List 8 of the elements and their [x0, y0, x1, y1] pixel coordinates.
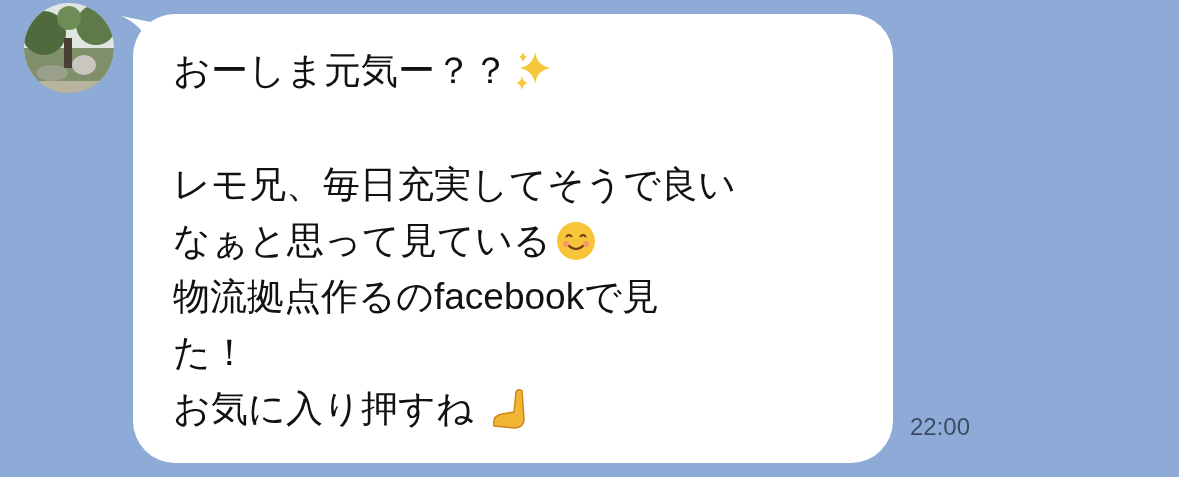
message-text: おーしま元気ー？？ — [173, 49, 509, 93]
message-time: 22:00 — [910, 412, 971, 442]
message-text: お気に入り押すね — [173, 387, 475, 431]
message-text: レモ兄、毎日充実してそうで良い — [173, 163, 736, 207]
smiling-face-icon — [555, 220, 597, 262]
message-text: 物流拠点作るのfacebookで見 — [173, 275, 660, 319]
message-text: た！ — [173, 331, 248, 375]
message-text: なぁと思って見ている — [173, 219, 551, 263]
